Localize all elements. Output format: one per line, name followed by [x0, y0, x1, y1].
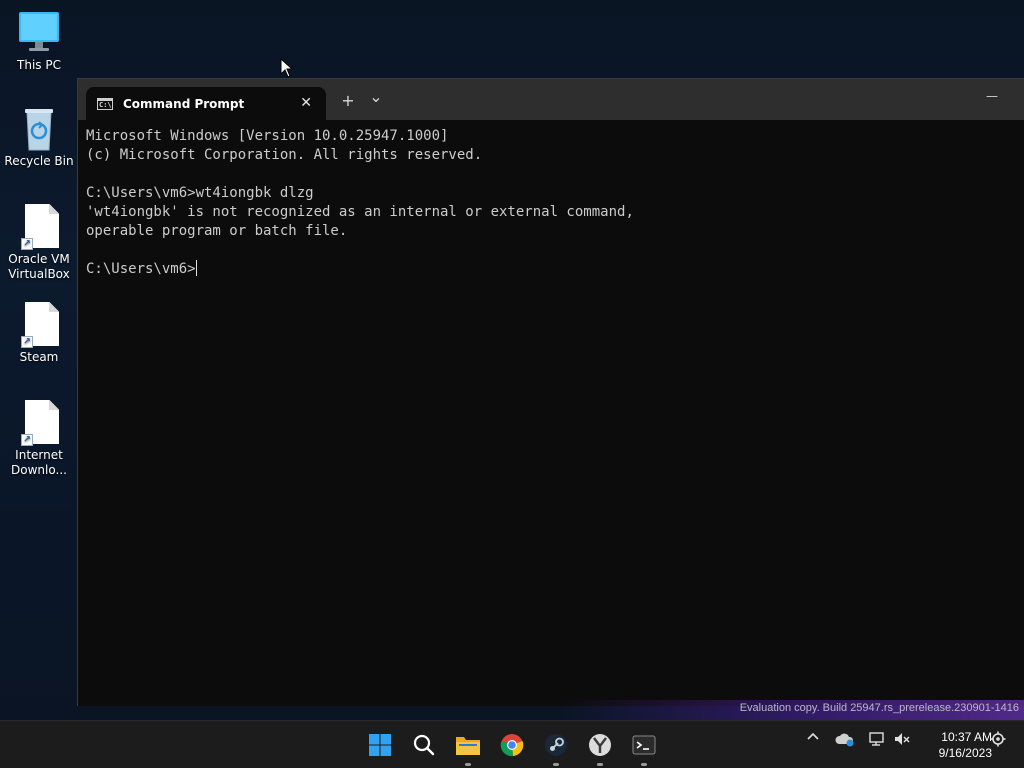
notifications-button[interactable]	[988, 731, 1008, 747]
cmd-icon: C:\	[97, 97, 113, 110]
desktop-icon-label: This PC	[17, 58, 61, 72]
virtualbox-icon	[589, 734, 611, 756]
running-indicator	[465, 763, 471, 766]
search-icon	[413, 734, 435, 756]
file-shortcut-icon: ↗	[17, 400, 61, 446]
steam-button[interactable]	[540, 729, 572, 766]
console-line: operable program or batch file.	[86, 223, 348, 239]
tab-dropdown-button[interactable]: ⌄	[368, 87, 384, 106]
running-indicator	[641, 763, 647, 766]
chevron-up-icon	[807, 732, 819, 740]
tab-title: Command Prompt	[123, 96, 245, 111]
steam-icon	[545, 734, 567, 756]
desktop-icon-label: Oracle VM VirtualBox	[8, 252, 70, 281]
desktop-icon-recycle-bin[interactable]: Recycle Bin	[4, 106, 74, 169]
network-tray-button[interactable]	[866, 731, 888, 747]
running-indicator	[553, 763, 559, 766]
evaluation-watermark: Evaluation copy. Build 25947.rs_prerelea…	[739, 702, 1019, 714]
notification-gear-icon	[990, 731, 1006, 747]
taskbar: 10:37 AM 9/16/2023	[0, 720, 1024, 768]
network-icon	[869, 732, 884, 746]
desktop-icon-steam[interactable]: ↗ Steam	[4, 302, 74, 365]
desktop-icon-internet-download-manager[interactable]: ↗ Internet Downlo...	[4, 400, 74, 478]
file-explorer-button[interactable]	[452, 729, 484, 766]
taskbar-clock[interactable]: 10:37 AM 9/16/2023	[918, 729, 992, 761]
volume-tray-button[interactable]	[892, 731, 912, 747]
tab-command-prompt[interactable]: C:\ Command Prompt ✕	[86, 87, 326, 120]
file-shortcut-icon: ↗	[17, 302, 61, 348]
file-explorer-icon	[456, 737, 480, 755]
desktop-icon-label: Recycle Bin	[4, 154, 74, 168]
console-line: ​	[86, 165, 1016, 184]
console-line: C:\Users\vm6>wt4iongbk dlzg	[86, 185, 314, 201]
text-cursor	[195, 260, 197, 276]
search-button[interactable]	[408, 729, 440, 761]
terminal-button[interactable]	[628, 729, 660, 766]
close-tab-button[interactable]: ✕	[300, 95, 312, 111]
chrome-icon	[500, 734, 524, 757]
desktop-icon-label: Steam	[19, 350, 59, 364]
title-bar[interactable]: C:\ Command Prompt ✕ + ⌄ —	[78, 79, 1024, 120]
start-button[interactable]	[364, 729, 396, 761]
terminal-window[interactable]: C:\ Command Prompt ✕ + ⌄ — Microsoft Win…	[77, 78, 1024, 706]
new-tab-button[interactable]: +	[338, 91, 358, 110]
show-hidden-icons-button[interactable]	[804, 731, 822, 741]
console-line: Microsoft Windows [Version 10.0.25947.10…	[86, 128, 449, 144]
console-prompt: C:\Users\vm6>	[86, 261, 196, 277]
terminal-icon	[632, 735, 656, 755]
console-output[interactable]: Microsoft Windows [Version 10.0.25947.10…	[86, 127, 1016, 697]
mouse-pointer-icon	[280, 58, 294, 78]
onedrive-tray-button[interactable]	[834, 731, 856, 747]
running-indicator	[597, 763, 603, 766]
monitor-icon	[17, 10, 61, 56]
volume-muted-icon	[895, 733, 910, 745]
console-line: (c) Microsoft Corporation. All rights re…	[86, 147, 483, 163]
desktop-icon-virtualbox[interactable]: ↗ Oracle VM VirtualBox	[4, 204, 74, 282]
chrome-button[interactable]	[496, 729, 528, 761]
clock-date: 9/16/2023	[938, 746, 992, 760]
recycle-bin-icon	[17, 106, 61, 152]
console-prompt-line[interactable]: C:\Users\vm6>	[86, 260, 1016, 279]
cloud-icon	[835, 733, 854, 747]
console-line: ​	[86, 241, 1016, 260]
file-shortcut-icon: ↗	[17, 204, 61, 250]
desktop-icon-this-pc[interactable]: This PC	[4, 10, 74, 73]
virtualbox-button[interactable]	[584, 729, 616, 766]
desktop-icon-label: Internet Downlo...	[11, 448, 67, 477]
console-line: 'wt4iongbk' is not recognized as an inte…	[86, 204, 634, 220]
minimize-button[interactable]: —	[978, 89, 1006, 103]
start-icon	[369, 734, 391, 756]
clock-time: 10:37 AM	[941, 730, 992, 744]
